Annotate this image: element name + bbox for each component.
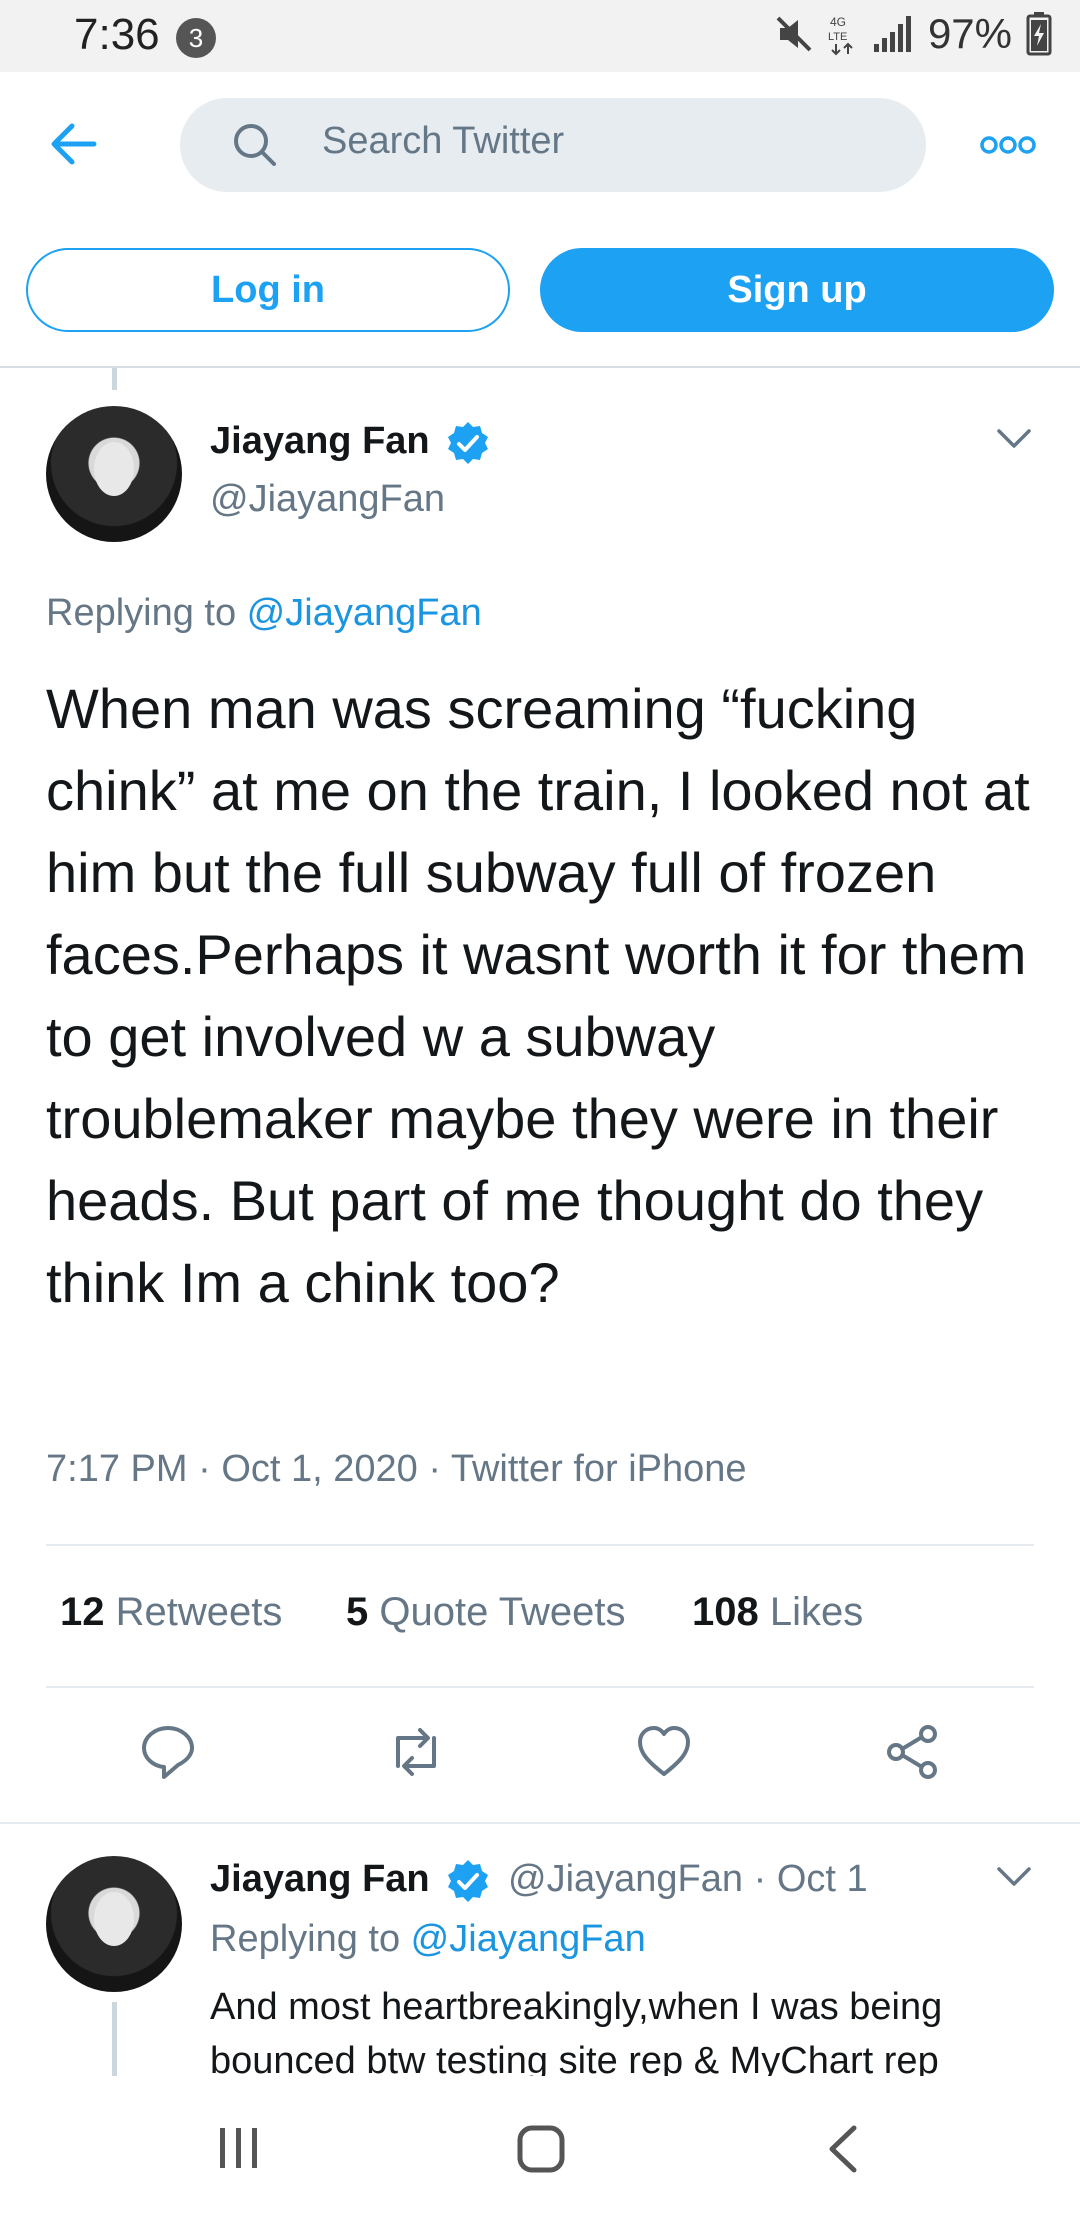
quote-count: 5 [346,1590,369,1634]
replying-to-link[interactable]: @JiayangFan [247,592,482,634]
search-bar[interactable]: Search Twitter [180,98,926,192]
reply-author-name[interactable]: Jiayang Fan [210,1858,430,1901]
notification-count-badge: 3 [176,18,216,58]
avatar[interactable] [46,406,182,542]
retweet-icon[interactable] [386,1722,446,1782]
divider [46,1544,1034,1546]
tweet-time[interactable]: 7:17 PM [46,1448,188,1490]
verified-badge-icon [448,422,488,464]
tweet-date[interactable]: Oct 1, 2020 [221,1448,417,1490]
likes-count: 108 [692,1590,759,1634]
divider [0,1822,1080,1824]
retweets-count: 12 [60,1590,105,1634]
replying-to-prefix: Replying to [46,592,247,634]
4g-icon: 4G LTE [828,15,853,56]
tweet-source: Twitter for iPhone [450,1448,747,1490]
home-icon[interactable] [516,2124,566,2174]
like-icon[interactable] [634,1722,694,1782]
tweet-meta: 7:17 PM · Oct 1, 2020 · Twitter for iPho… [46,1448,747,1491]
thread-connector-line [112,2002,117,2076]
reply-date[interactable]: Oct 1 [777,1858,868,1900]
likes-stat[interactable]: 108 Likes [692,1590,863,1635]
replying-to-prefix: Replying to [210,1918,411,1960]
chevron-down-icon[interactable] [996,428,1032,450]
tweet-text: When man was screaming “fucking chink” a… [46,677,1030,1314]
author-handle[interactable]: @JiayangFan [210,478,445,521]
divider [46,1686,1034,1688]
tweet-actions [0,1722,1080,1792]
meta-separator: · [743,1858,777,1900]
mute-icon [776,16,812,52]
reply-replying-to: Replying to @JiayangFan [210,1918,646,1961]
reply-icon[interactable] [138,1722,198,1782]
more-icon[interactable] [980,134,1036,156]
retweets-stat[interactable]: 12 Retweets [60,1590,282,1635]
quote-tweets-stat[interactable]: 5 Quote Tweets [346,1590,625,1635]
reply-text: And most heartbreakingly,when I was bein… [210,1986,943,2082]
meta-separator: · [187,1448,222,1490]
share-icon[interactable] [882,1722,942,1782]
reply-meta: @JiayangFan · Oct 1 [508,1858,868,1901]
auth-bar: Log in Sign up [0,248,1080,368]
retweets-label: Retweets [104,1590,283,1634]
reply-author-handle[interactable]: @JiayangFan [508,1858,743,1900]
replying-to-link[interactable]: @JiayangFan [411,1918,646,1960]
battery-charging-icon [1026,12,1052,56]
signal-icon [873,16,911,52]
system-nav-bar [0,2076,1080,2220]
likes-label: Likes [758,1590,864,1634]
svg-text:4G: 4G [830,15,846,29]
verified-badge-icon [448,1860,488,1902]
status-bar: 7:36 3 4G LTE 97% [0,0,1080,72]
avatar[interactable] [46,1856,182,1992]
status-time: 7:36 [74,10,160,59]
top-app-bar: Search Twitter [0,72,1080,220]
login-button[interactable]: Log in [26,248,510,332]
quote-label: Quote Tweets [368,1590,626,1634]
search-icon [234,124,276,166]
replying-to: Replying to @JiayangFan [46,592,482,635]
chevron-down-icon[interactable] [996,1866,1032,1888]
back-icon[interactable] [826,2124,860,2174]
meta-separator: · [417,1448,451,1490]
author-name[interactable]: Jiayang Fan [210,420,430,463]
signup-button[interactable]: Sign up [540,248,1054,332]
thread-connector-line [112,368,117,390]
search-placeholder: Search Twitter [322,120,565,162]
battery-percent: 97% [927,10,1012,57]
recent-apps-icon[interactable] [216,2124,262,2172]
svg-text:LTE: LTE [828,31,847,43]
back-arrow-icon[interactable] [46,120,98,168]
